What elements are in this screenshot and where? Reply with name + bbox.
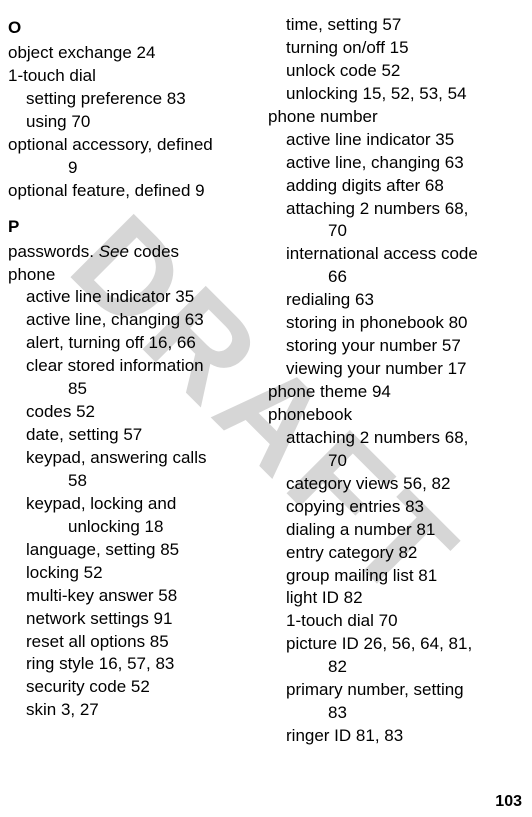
index-entry: adding digits after 68	[268, 175, 524, 198]
section-heading-o: O	[8, 18, 260, 38]
index-entry: unlocking 15, 52, 53, 54	[268, 83, 524, 106]
index-entry: category views 56, 82	[268, 473, 524, 496]
index-entry: attaching 2 numbers 68,	[268, 427, 524, 450]
index-entry: active line indicator 35	[8, 286, 260, 309]
index-entry: ring style 16, 57, 83	[8, 653, 260, 676]
index-entry: multi-key answer 58	[8, 585, 260, 608]
index-entry: phone number	[268, 106, 524, 129]
index-entry: keypad, locking and	[8, 493, 260, 516]
index-entry: using 70	[8, 111, 260, 134]
index-entry: storing in phonebook 80	[268, 312, 524, 335]
index-entry: 1-touch dial 70	[268, 610, 524, 633]
index-entry: ringer ID 81, 83	[268, 725, 524, 748]
index-entry: turning on/off 15	[268, 37, 524, 60]
index-entry: picture ID 26, 56, 64, 81,	[268, 633, 524, 656]
index-entry: 70	[268, 450, 524, 473]
index-entry: reset all options 85	[8, 631, 260, 654]
index-entry: group mailing list 81	[268, 565, 524, 588]
index-entry: 58	[8, 470, 260, 493]
index-entry: copying entries 83	[268, 496, 524, 519]
index-entry: passwords. See codes	[8, 241, 260, 264]
index-entry: time, setting 57	[268, 14, 524, 37]
index-entry: optional feature, defined 9	[8, 180, 260, 203]
index-entry: active line, changing 63	[8, 309, 260, 332]
index-entry: alert, turning off 16, 66	[8, 332, 260, 355]
index-entry: date, setting 57	[8, 424, 260, 447]
index-entry: language, setting 85	[8, 539, 260, 562]
index-entry: attaching 2 numbers 68,	[268, 198, 524, 221]
index-entry: object exchange 24	[8, 42, 260, 65]
index-entry: locking 52	[8, 562, 260, 585]
index-entry: phone theme 94	[268, 381, 524, 404]
index-entry: keypad, answering calls	[8, 447, 260, 470]
left-column: O object exchange 241-touch dialsetting …	[8, 14, 266, 817]
index-entry: setting preference 83	[8, 88, 260, 111]
index-entry: storing your number 57	[268, 335, 524, 358]
index-entry: 85	[8, 378, 260, 401]
index-entry: security code 52	[8, 676, 260, 699]
index-entry: entry category 82	[268, 542, 524, 565]
section-heading-p: P	[8, 217, 260, 237]
index-entry: redialing 63	[268, 289, 524, 312]
index-entry: active line indicator 35	[268, 129, 524, 152]
index-entry: 66	[268, 266, 524, 289]
index-entry: skin 3, 27	[8, 699, 260, 722]
index-entry: clear stored information	[8, 355, 260, 378]
index-entry: unlock code 52	[268, 60, 524, 83]
index-entry: 83	[268, 702, 524, 725]
index-entry: 1-touch dial	[8, 65, 260, 88]
index-entry: optional accessory, defined	[8, 134, 260, 157]
index-entry: dialing a number 81	[268, 519, 524, 542]
index-entry: international access code	[268, 243, 524, 266]
index-page: O object exchange 241-touch dialsetting …	[0, 0, 532, 817]
index-entry: primary number, setting	[268, 679, 524, 702]
index-entry: 82	[268, 656, 524, 679]
index-entry: phonebook	[268, 404, 524, 427]
right-column: time, setting 57turning on/off 15unlock …	[266, 14, 524, 817]
index-entry: 70	[268, 220, 524, 243]
index-entry: 9	[8, 157, 260, 180]
index-entry: codes 52	[8, 401, 260, 424]
index-entry: unlocking 18	[8, 516, 260, 539]
index-entry: network settings 91	[8, 608, 260, 631]
index-entry: viewing your number 17	[268, 358, 524, 381]
index-entry: phone	[8, 264, 260, 287]
index-entry: light ID 82	[268, 587, 524, 610]
index-entry: active line, changing 63	[268, 152, 524, 175]
